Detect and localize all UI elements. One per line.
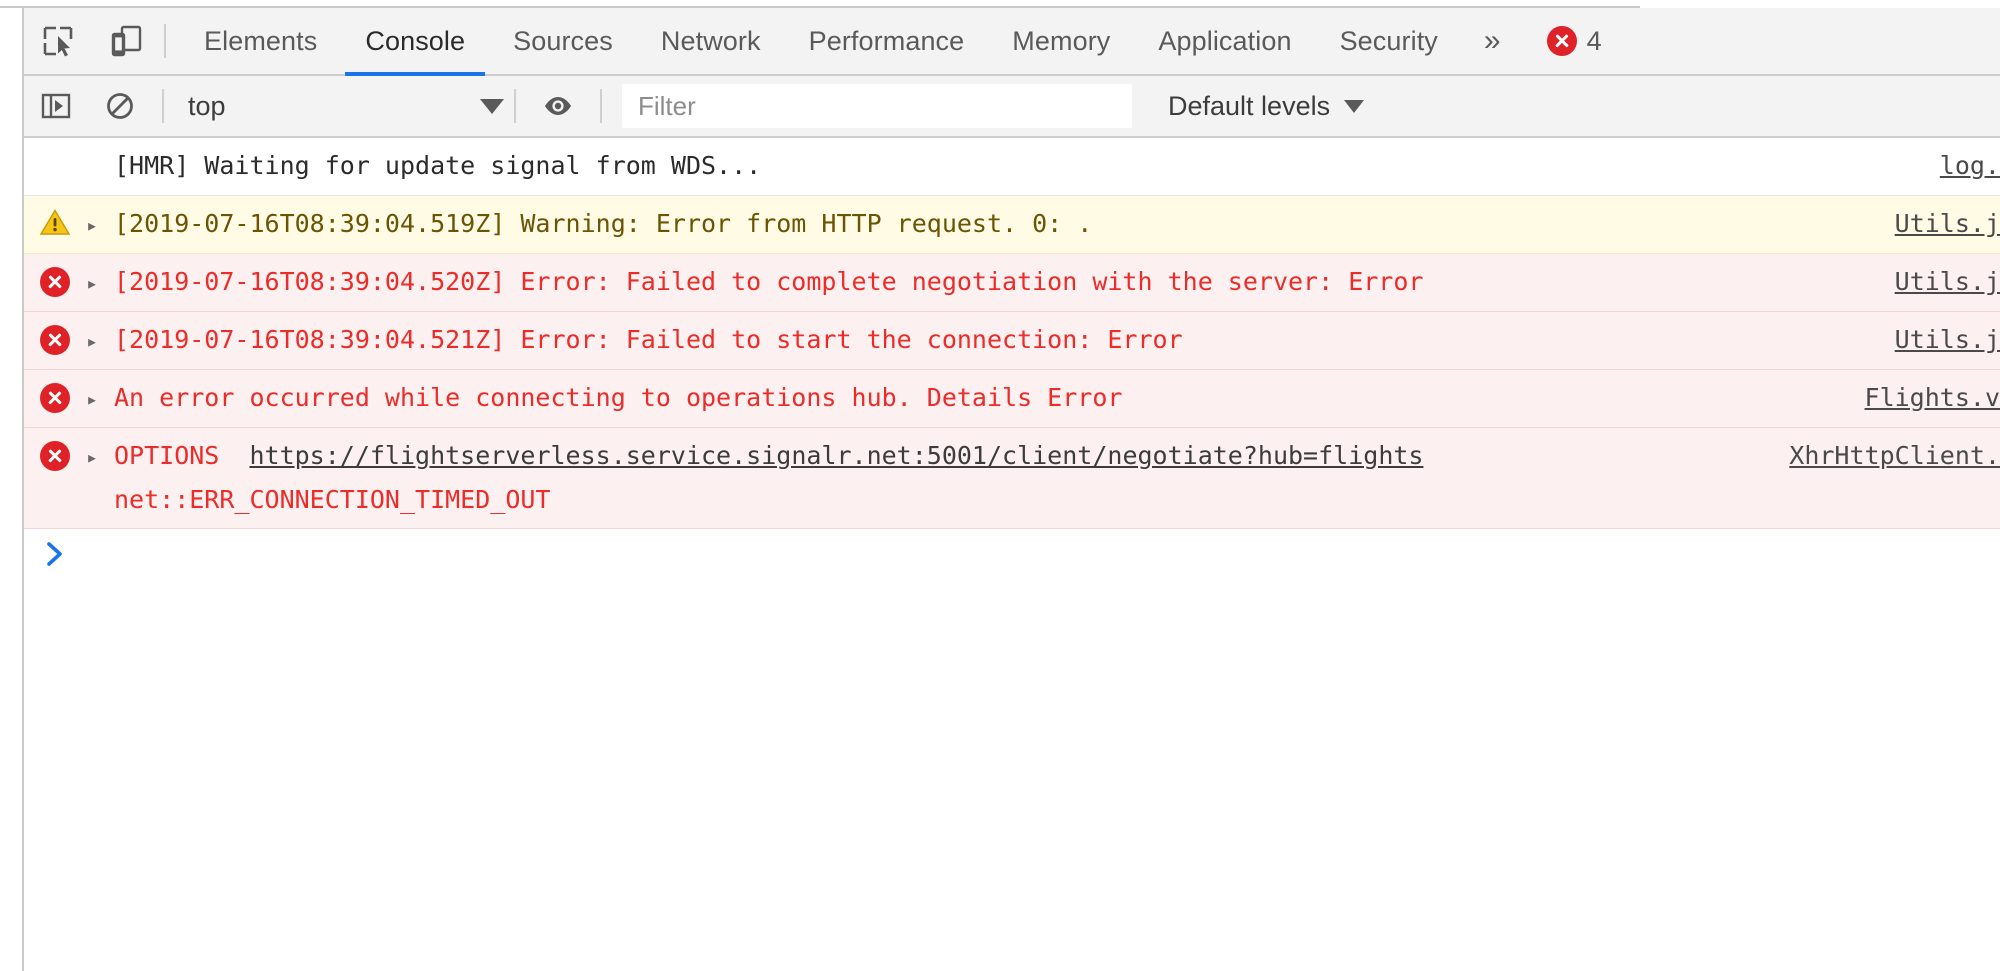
message-body: [2019-07-16T08:39:04.519Z] Warning: Erro… — [112, 202, 2000, 246]
tab-sources-label: Sources — [513, 25, 613, 56]
message-body: An error occurred while connecting to op… — [112, 376, 2000, 420]
chevron-down-icon — [480, 98, 504, 114]
chevron-down-icon — [1344, 99, 1365, 113]
console-toolbar: top Default levels — [24, 76, 2000, 138]
clear-console-icon[interactable] — [88, 75, 152, 137]
message-body: [HMR] Waiting for update signal from WDS… — [112, 144, 2000, 188]
execution-context-selector[interactable]: top — [174, 75, 504, 137]
console-message-network-error[interactable]: ▸ OPTIONS https://flightserverless.servi… — [24, 428, 2000, 529]
console-message-log[interactable]: ▸ [HMR] Waiting for update signal from W… — [24, 138, 2000, 196]
more-tabs-button[interactable]: » — [1462, 7, 1523, 75]
filter-input[interactable] — [622, 84, 1132, 128]
message-text: An error occurred while connecting to op… — [114, 383, 1123, 412]
message-source-link[interactable]: Utils.j — [1895, 318, 2000, 362]
message-gutter — [24, 144, 86, 151]
tab-security-label: Security — [1339, 25, 1438, 56]
inspect-element-icon[interactable] — [24, 7, 92, 75]
warning-triangle-icon — [40, 209, 70, 236]
device-toolbar-icon[interactable] — [92, 7, 160, 75]
toolbar-divider-3 — [600, 89, 602, 123]
live-expression-icon[interactable] — [526, 75, 590, 137]
message-gutter — [24, 376, 86, 413]
disclosure-triangle-icon[interactable]: ▸ — [86, 202, 112, 247]
message-text: [2019-07-16T08:39:04.519Z] Warning: Erro… — [114, 209, 1093, 238]
error-circle-icon — [40, 325, 70, 355]
tab-elements[interactable]: Elements — [180, 7, 341, 75]
error-circle-icon — [1546, 26, 1577, 56]
request-method: OPTIONS — [114, 441, 220, 470]
console-message-error[interactable]: ▸ [2019-07-16T08:39:04.521Z] Error: Fail… — [24, 312, 2000, 370]
tabbar-divider — [164, 24, 166, 58]
devtools-tabbar: Elements Console Sources Network Perform… — [24, 7, 2000, 77]
message-body: [2019-07-16T08:39:04.521Z] Error: Failed… — [112, 318, 2000, 362]
message-body: OPTIONS https://flightserverless.service… — [112, 434, 2000, 522]
disclosure-triangle-icon[interactable]: ▸ — [86, 376, 112, 421]
disclosure-triangle-icon[interactable]: ▸ — [86, 260, 112, 305]
tab-security[interactable]: Security — [1316, 7, 1462, 75]
prompt-chevron-icon — [24, 533, 86, 569]
prompt-input[interactable] — [86, 533, 2000, 583]
tab-network[interactable]: Network — [637, 7, 785, 75]
log-levels-label: Default levels — [1168, 90, 1331, 121]
tab-sources[interactable]: Sources — [489, 7, 637, 75]
message-gutter — [24, 260, 86, 297]
tab-console[interactable]: Console — [341, 7, 489, 77]
tab-memory[interactable]: Memory — [988, 7, 1134, 75]
message-source-link[interactable]: XhrHttpClient. — [1789, 434, 2000, 478]
disclosure-triangle-icon[interactable]: ▸ — [86, 318, 112, 363]
message-gutter — [24, 434, 86, 471]
console-message-list[interactable]: ▸ [HMR] Waiting for update signal from W… — [24, 138, 2000, 969]
tab-network-label: Network — [660, 25, 761, 56]
message-source-link[interactable]: Utils.j — [1895, 260, 2000, 304]
console-message-warning[interactable]: ▸ [2019-07-16T08:39:04.519Z] Warning: Er… — [24, 196, 2000, 254]
console-sidebar-icon[interactable] — [24, 75, 88, 137]
message-text: [2019-07-16T08:39:04.521Z] Error: Failed… — [114, 325, 1183, 354]
console-message-error[interactable]: ▸ An error occurred while connecting to … — [24, 370, 2000, 428]
error-count-value: 4 — [1586, 25, 1602, 56]
message-text: [2019-07-16T08:39:04.520Z] Error: Failed… — [114, 267, 1424, 296]
tab-performance-label: Performance — [808, 25, 965, 56]
console-message-error[interactable]: ▸ [2019-07-16T08:39:04.520Z] Error: Fail… — [24, 254, 2000, 312]
disclosure-triangle-icon[interactable]: ▸ — [86, 434, 112, 479]
message-text: net::ERR_CONNECTION_TIMED_OUT — [114, 485, 551, 514]
message-first-line: OPTIONS https://flightserverless.service… — [114, 434, 2000, 478]
request-url-link[interactable]: https://flightserverless.service.signalr… — [249, 441, 1423, 470]
more-tabs-icon: » — [1483, 24, 1501, 57]
tab-application[interactable]: Application — [1134, 7, 1315, 75]
error-circle-icon — [40, 383, 70, 413]
devtools-window: Elements Console Sources Network Perform… — [0, 0, 2000, 971]
message-text: [HMR] Waiting for update signal from WDS… — [114, 151, 762, 180]
execution-context-value: top — [188, 90, 226, 121]
message-gutter — [24, 202, 86, 236]
tab-performance[interactable]: Performance — [785, 7, 989, 75]
error-count-badge[interactable]: 4 — [1523, 26, 1602, 57]
tab-elements-label: Elements — [204, 25, 318, 56]
top-edge-gap — [1640, 0, 2000, 8]
message-gutter — [24, 318, 86, 355]
toolbar-divider-2 — [514, 89, 516, 123]
tab-application-label: Application — [1158, 25, 1292, 56]
message-source-link[interactable]: Flights.v — [1865, 376, 2000, 420]
message-source-link[interactable]: log. — [1940, 144, 2000, 188]
message-source-link[interactable]: Utils.j — [1895, 202, 2000, 246]
error-circle-icon — [40, 441, 70, 471]
message-body: [2019-07-16T08:39:04.520Z] Error: Failed… — [112, 260, 2000, 304]
console-prompt[interactable] — [24, 529, 2000, 589]
tab-console-label: Console — [365, 25, 466, 56]
error-circle-icon — [40, 267, 70, 297]
toolbar-divider-1 — [162, 89, 164, 123]
tab-memory-label: Memory — [1012, 25, 1111, 56]
log-levels-selector[interactable]: Default levels — [1146, 75, 1386, 137]
devtools-frame: Elements Console Sources Network Perform… — [22, 8, 2000, 971]
